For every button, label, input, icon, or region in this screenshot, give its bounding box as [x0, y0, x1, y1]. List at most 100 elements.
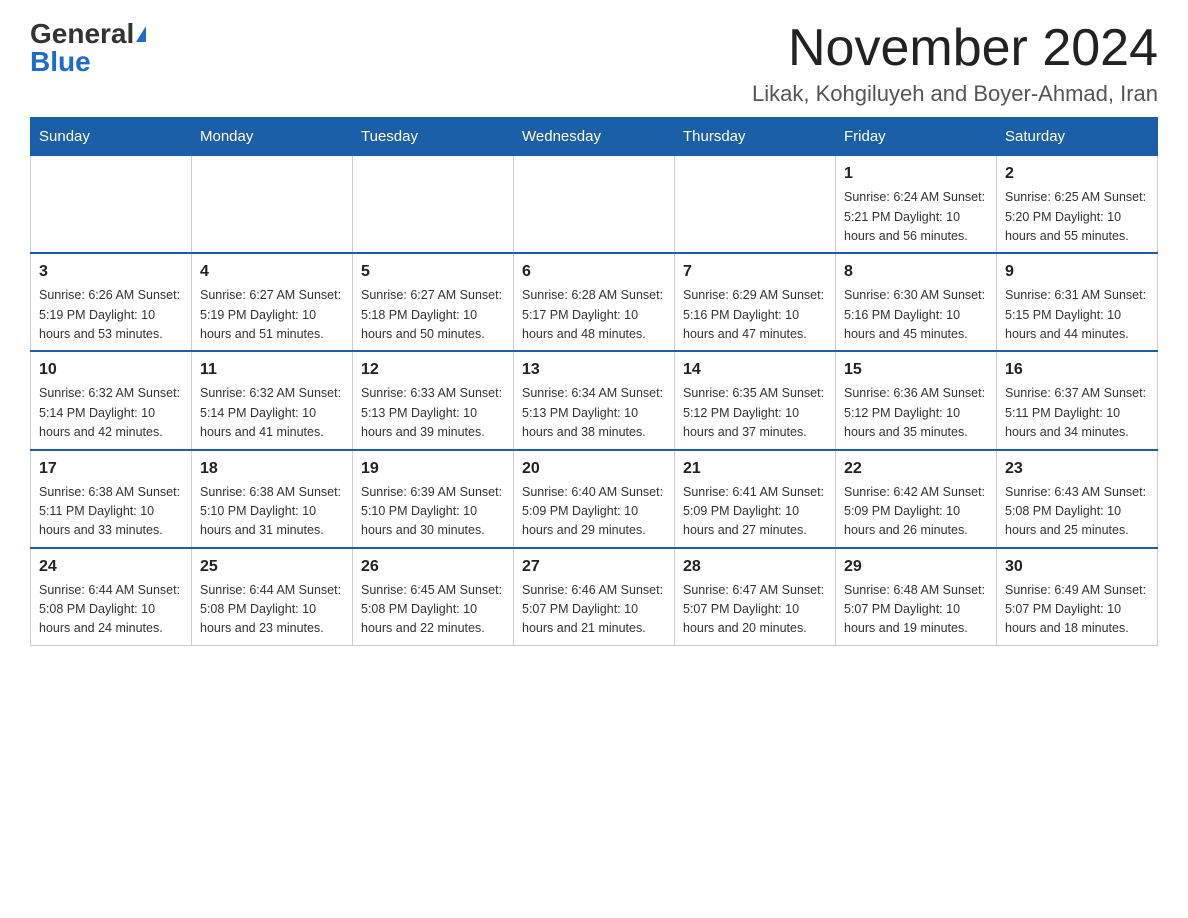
calendar-day-cell: 25Sunrise: 6:44 AM Sunset: 5:08 PM Dayli…: [192, 548, 353, 646]
calendar-week-row: 1Sunrise: 6:24 AM Sunset: 5:21 PM Daylig…: [31, 156, 1158, 254]
calendar-day-cell: 12Sunrise: 6:33 AM Sunset: 5:13 PM Dayli…: [353, 351, 514, 449]
calendar-day-cell: 15Sunrise: 6:36 AM Sunset: 5:12 PM Dayli…: [836, 351, 997, 449]
calendar-week-row: 10Sunrise: 6:32 AM Sunset: 5:14 PM Dayli…: [31, 351, 1158, 449]
column-header-monday: Monday: [192, 118, 353, 156]
day-number: 17: [39, 457, 183, 481]
day-info: Sunrise: 6:46 AM Sunset: 5:07 PM Dayligh…: [522, 581, 666, 639]
day-number: 30: [1005, 555, 1149, 579]
calendar-day-cell: 1Sunrise: 6:24 AM Sunset: 5:21 PM Daylig…: [836, 156, 997, 254]
calendar-day-cell: 22Sunrise: 6:42 AM Sunset: 5:09 PM Dayli…: [836, 450, 997, 548]
day-info: Sunrise: 6:25 AM Sunset: 5:20 PM Dayligh…: [1005, 188, 1149, 246]
calendar-day-cell: 26Sunrise: 6:45 AM Sunset: 5:08 PM Dayli…: [353, 548, 514, 646]
calendar-week-row: 17Sunrise: 6:38 AM Sunset: 5:11 PM Dayli…: [31, 450, 1158, 548]
day-number: 26: [361, 555, 505, 579]
calendar-day-cell: 24Sunrise: 6:44 AM Sunset: 5:08 PM Dayli…: [31, 548, 192, 646]
day-number: 20: [522, 457, 666, 481]
calendar-day-cell: [31, 156, 192, 254]
day-info: Sunrise: 6:38 AM Sunset: 5:10 PM Dayligh…: [200, 483, 344, 541]
logo-general-text: General: [30, 20, 134, 48]
day-number: 15: [844, 358, 988, 382]
column-header-saturday: Saturday: [997, 118, 1158, 156]
day-info: Sunrise: 6:41 AM Sunset: 5:09 PM Dayligh…: [683, 483, 827, 541]
day-info: Sunrise: 6:49 AM Sunset: 5:07 PM Dayligh…: [1005, 581, 1149, 639]
calendar-day-cell: 5Sunrise: 6:27 AM Sunset: 5:18 PM Daylig…: [353, 253, 514, 351]
day-info: Sunrise: 6:38 AM Sunset: 5:11 PM Dayligh…: [39, 483, 183, 541]
column-header-tuesday: Tuesday: [353, 118, 514, 156]
calendar-day-cell: 20Sunrise: 6:40 AM Sunset: 5:09 PM Dayli…: [514, 450, 675, 548]
location-title: Likak, Kohgiluyeh and Boyer-Ahmad, Iran: [752, 81, 1158, 107]
day-info: Sunrise: 6:24 AM Sunset: 5:21 PM Dayligh…: [844, 188, 988, 246]
day-info: Sunrise: 6:37 AM Sunset: 5:11 PM Dayligh…: [1005, 384, 1149, 442]
day-number: 14: [683, 358, 827, 382]
day-number: 19: [361, 457, 505, 481]
column-header-friday: Friday: [836, 118, 997, 156]
calendar-day-cell: [353, 156, 514, 254]
day-info: Sunrise: 6:39 AM Sunset: 5:10 PM Dayligh…: [361, 483, 505, 541]
calendar-day-cell: 2Sunrise: 6:25 AM Sunset: 5:20 PM Daylig…: [997, 156, 1158, 254]
day-number: 10: [39, 358, 183, 382]
day-info: Sunrise: 6:42 AM Sunset: 5:09 PM Dayligh…: [844, 483, 988, 541]
calendar-day-cell: 10Sunrise: 6:32 AM Sunset: 5:14 PM Dayli…: [31, 351, 192, 449]
day-info: Sunrise: 6:30 AM Sunset: 5:16 PM Dayligh…: [844, 286, 988, 344]
calendar-day-cell: 3Sunrise: 6:26 AM Sunset: 5:19 PM Daylig…: [31, 253, 192, 351]
day-number: 27: [522, 555, 666, 579]
calendar-day-cell: 18Sunrise: 6:38 AM Sunset: 5:10 PM Dayli…: [192, 450, 353, 548]
calendar-day-cell: 11Sunrise: 6:32 AM Sunset: 5:14 PM Dayli…: [192, 351, 353, 449]
calendar-day-cell: 8Sunrise: 6:30 AM Sunset: 5:16 PM Daylig…: [836, 253, 997, 351]
calendar-day-cell: [514, 156, 675, 254]
day-number: 28: [683, 555, 827, 579]
page-header: General Blue November 2024 Likak, Kohgil…: [30, 20, 1158, 107]
day-number: 5: [361, 260, 505, 284]
day-info: Sunrise: 6:33 AM Sunset: 5:13 PM Dayligh…: [361, 384, 505, 442]
day-info: Sunrise: 6:28 AM Sunset: 5:17 PM Dayligh…: [522, 286, 666, 344]
calendar-day-cell: 6Sunrise: 6:28 AM Sunset: 5:17 PM Daylig…: [514, 253, 675, 351]
calendar-day-cell: 9Sunrise: 6:31 AM Sunset: 5:15 PM Daylig…: [997, 253, 1158, 351]
day-info: Sunrise: 6:32 AM Sunset: 5:14 PM Dayligh…: [200, 384, 344, 442]
day-number: 22: [844, 457, 988, 481]
calendar-day-cell: 14Sunrise: 6:35 AM Sunset: 5:12 PM Dayli…: [675, 351, 836, 449]
calendar-day-cell: 29Sunrise: 6:48 AM Sunset: 5:07 PM Dayli…: [836, 548, 997, 646]
column-header-wednesday: Wednesday: [514, 118, 675, 156]
day-info: Sunrise: 6:27 AM Sunset: 5:18 PM Dayligh…: [361, 286, 505, 344]
day-number: 11: [200, 358, 344, 382]
day-number: 9: [1005, 260, 1149, 284]
calendar-day-cell: 19Sunrise: 6:39 AM Sunset: 5:10 PM Dayli…: [353, 450, 514, 548]
day-info: Sunrise: 6:34 AM Sunset: 5:13 PM Dayligh…: [522, 384, 666, 442]
day-number: 7: [683, 260, 827, 284]
day-number: 3: [39, 260, 183, 284]
day-info: Sunrise: 6:43 AM Sunset: 5:08 PM Dayligh…: [1005, 483, 1149, 541]
day-number: 16: [1005, 358, 1149, 382]
day-info: Sunrise: 6:44 AM Sunset: 5:08 PM Dayligh…: [39, 581, 183, 639]
day-info: Sunrise: 6:26 AM Sunset: 5:19 PM Dayligh…: [39, 286, 183, 344]
calendar-day-cell: 23Sunrise: 6:43 AM Sunset: 5:08 PM Dayli…: [997, 450, 1158, 548]
calendar-day-cell: 30Sunrise: 6:49 AM Sunset: 5:07 PM Dayli…: [997, 548, 1158, 646]
day-number: 18: [200, 457, 344, 481]
calendar-day-cell: 28Sunrise: 6:47 AM Sunset: 5:07 PM Dayli…: [675, 548, 836, 646]
day-number: 2: [1005, 162, 1149, 186]
calendar-day-cell: 16Sunrise: 6:37 AM Sunset: 5:11 PM Dayli…: [997, 351, 1158, 449]
day-info: Sunrise: 6:27 AM Sunset: 5:19 PM Dayligh…: [200, 286, 344, 344]
calendar-day-cell: 7Sunrise: 6:29 AM Sunset: 5:16 PM Daylig…: [675, 253, 836, 351]
day-number: 13: [522, 358, 666, 382]
day-info: Sunrise: 6:35 AM Sunset: 5:12 PM Dayligh…: [683, 384, 827, 442]
day-info: Sunrise: 6:44 AM Sunset: 5:08 PM Dayligh…: [200, 581, 344, 639]
day-info: Sunrise: 6:36 AM Sunset: 5:12 PM Dayligh…: [844, 384, 988, 442]
day-number: 24: [39, 555, 183, 579]
day-number: 6: [522, 260, 666, 284]
calendar-table: SundayMondayTuesdayWednesdayThursdayFrid…: [30, 117, 1158, 646]
day-info: Sunrise: 6:29 AM Sunset: 5:16 PM Dayligh…: [683, 286, 827, 344]
calendar-week-row: 3Sunrise: 6:26 AM Sunset: 5:19 PM Daylig…: [31, 253, 1158, 351]
day-info: Sunrise: 6:40 AM Sunset: 5:09 PM Dayligh…: [522, 483, 666, 541]
day-number: 25: [200, 555, 344, 579]
logo-blue-text: Blue: [30, 48, 91, 76]
calendar-day-cell: 27Sunrise: 6:46 AM Sunset: 5:07 PM Dayli…: [514, 548, 675, 646]
calendar-day-cell: [192, 156, 353, 254]
day-info: Sunrise: 6:32 AM Sunset: 5:14 PM Dayligh…: [39, 384, 183, 442]
calendar-day-cell: 13Sunrise: 6:34 AM Sunset: 5:13 PM Dayli…: [514, 351, 675, 449]
calendar-day-cell: [675, 156, 836, 254]
calendar-week-row: 24Sunrise: 6:44 AM Sunset: 5:08 PM Dayli…: [31, 548, 1158, 646]
day-number: 21: [683, 457, 827, 481]
title-section: November 2024 Likak, Kohgiluyeh and Boye…: [752, 20, 1158, 107]
day-number: 29: [844, 555, 988, 579]
calendar-header-row: SundayMondayTuesdayWednesdayThursdayFrid…: [31, 118, 1158, 156]
